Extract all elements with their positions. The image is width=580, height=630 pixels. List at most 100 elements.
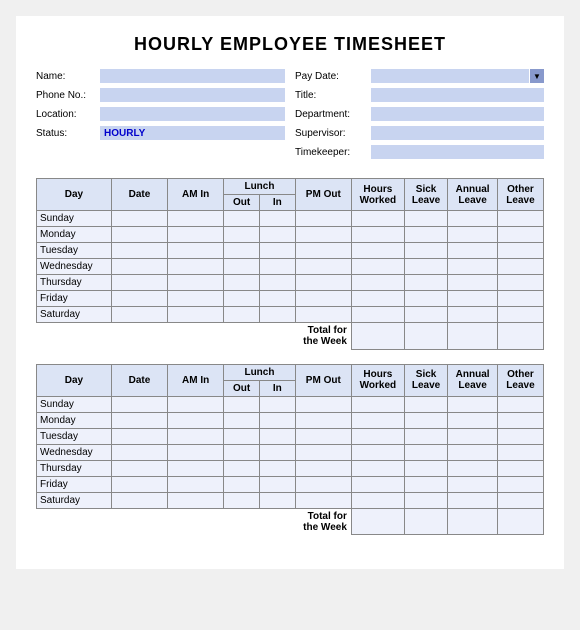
data-cell[interactable] bbox=[351, 492, 404, 508]
data-cell[interactable] bbox=[404, 259, 447, 275]
data-cell[interactable] bbox=[448, 444, 498, 460]
data-cell[interactable] bbox=[497, 444, 543, 460]
data-cell[interactable] bbox=[448, 291, 498, 307]
data-cell[interactable] bbox=[168, 275, 224, 291]
data-cell[interactable] bbox=[295, 307, 351, 323]
total-data-cell[interactable] bbox=[351, 323, 404, 350]
day-cell[interactable]: Wednesday bbox=[37, 444, 112, 460]
data-cell[interactable] bbox=[351, 460, 404, 476]
data-cell[interactable] bbox=[295, 275, 351, 291]
data-cell[interactable] bbox=[224, 444, 260, 460]
day-cell[interactable]: Thursday bbox=[37, 460, 112, 476]
data-cell[interactable] bbox=[497, 412, 543, 428]
data-cell[interactable] bbox=[168, 227, 224, 243]
data-cell[interactable] bbox=[295, 211, 351, 227]
data-cell[interactable] bbox=[111, 259, 167, 275]
data-cell[interactable] bbox=[448, 259, 498, 275]
data-cell[interactable] bbox=[497, 243, 543, 259]
data-cell[interactable] bbox=[168, 307, 224, 323]
data-cell[interactable] bbox=[111, 492, 167, 508]
data-cell[interactable] bbox=[111, 412, 167, 428]
timekeeper-input[interactable] bbox=[371, 145, 544, 159]
data-cell[interactable] bbox=[259, 428, 295, 444]
total-data-cell[interactable] bbox=[404, 323, 447, 350]
data-cell[interactable] bbox=[111, 211, 167, 227]
data-cell[interactable] bbox=[259, 259, 295, 275]
data-cell[interactable] bbox=[497, 396, 543, 412]
data-cell[interactable] bbox=[448, 396, 498, 412]
day-cell[interactable]: Sunday bbox=[37, 396, 112, 412]
phone-input[interactable] bbox=[100, 88, 285, 102]
day-cell[interactable]: Monday bbox=[37, 412, 112, 428]
data-cell[interactable] bbox=[224, 396, 260, 412]
total-data-cell[interactable] bbox=[351, 508, 404, 535]
data-cell[interactable] bbox=[448, 428, 498, 444]
data-cell[interactable] bbox=[111, 428, 167, 444]
data-cell[interactable] bbox=[351, 275, 404, 291]
data-cell[interactable] bbox=[224, 412, 260, 428]
data-cell[interactable] bbox=[168, 460, 224, 476]
data-cell[interactable] bbox=[224, 476, 260, 492]
data-cell[interactable] bbox=[259, 307, 295, 323]
data-cell[interactable] bbox=[111, 275, 167, 291]
data-cell[interactable] bbox=[448, 211, 498, 227]
day-cell[interactable]: Friday bbox=[37, 291, 112, 307]
day-cell[interactable]: Sunday bbox=[37, 211, 112, 227]
data-cell[interactable] bbox=[111, 243, 167, 259]
data-cell[interactable] bbox=[497, 259, 543, 275]
data-cell[interactable] bbox=[448, 275, 498, 291]
data-cell[interactable] bbox=[497, 291, 543, 307]
data-cell[interactable] bbox=[448, 243, 498, 259]
data-cell[interactable] bbox=[497, 460, 543, 476]
data-cell[interactable] bbox=[259, 460, 295, 476]
total-data-cell[interactable] bbox=[497, 508, 543, 535]
data-cell[interactable] bbox=[295, 444, 351, 460]
day-cell[interactable]: Friday bbox=[37, 476, 112, 492]
data-cell[interactable] bbox=[224, 275, 260, 291]
day-cell[interactable]: Tuesday bbox=[37, 243, 112, 259]
data-cell[interactable] bbox=[259, 227, 295, 243]
data-cell[interactable] bbox=[224, 259, 260, 275]
data-cell[interactable] bbox=[497, 227, 543, 243]
data-cell[interactable] bbox=[404, 275, 447, 291]
data-cell[interactable] bbox=[295, 291, 351, 307]
data-cell[interactable] bbox=[168, 492, 224, 508]
data-cell[interactable] bbox=[351, 227, 404, 243]
day-cell[interactable]: Monday bbox=[37, 227, 112, 243]
data-cell[interactable] bbox=[351, 291, 404, 307]
data-cell[interactable] bbox=[168, 243, 224, 259]
data-cell[interactable] bbox=[168, 396, 224, 412]
total-data-cell[interactable] bbox=[497, 323, 543, 350]
data-cell[interactable] bbox=[111, 396, 167, 412]
data-cell[interactable] bbox=[295, 243, 351, 259]
total-data-cell[interactable] bbox=[404, 508, 447, 535]
data-cell[interactable] bbox=[497, 275, 543, 291]
department-input[interactable] bbox=[371, 107, 544, 121]
day-cell[interactable]: Saturday bbox=[37, 492, 112, 508]
data-cell[interactable] bbox=[111, 444, 167, 460]
data-cell[interactable] bbox=[351, 243, 404, 259]
data-cell[interactable] bbox=[295, 492, 351, 508]
data-cell[interactable] bbox=[448, 307, 498, 323]
data-cell[interactable] bbox=[259, 275, 295, 291]
total-data-cell[interactable] bbox=[448, 323, 498, 350]
status-value[interactable]: HOURLY bbox=[100, 126, 285, 140]
data-cell[interactable] bbox=[168, 476, 224, 492]
data-cell[interactable] bbox=[404, 444, 447, 460]
data-cell[interactable] bbox=[404, 460, 447, 476]
data-cell[interactable] bbox=[168, 428, 224, 444]
data-cell[interactable] bbox=[497, 211, 543, 227]
pay-date-input[interactable] bbox=[371, 69, 529, 83]
data-cell[interactable] bbox=[224, 211, 260, 227]
data-cell[interactable] bbox=[295, 396, 351, 412]
data-cell[interactable] bbox=[224, 460, 260, 476]
data-cell[interactable] bbox=[295, 476, 351, 492]
data-cell[interactable] bbox=[351, 428, 404, 444]
data-cell[interactable] bbox=[404, 307, 447, 323]
data-cell[interactable] bbox=[497, 492, 543, 508]
data-cell[interactable] bbox=[259, 492, 295, 508]
data-cell[interactable] bbox=[259, 412, 295, 428]
data-cell[interactable] bbox=[168, 412, 224, 428]
data-cell[interactable] bbox=[168, 444, 224, 460]
data-cell[interactable] bbox=[295, 412, 351, 428]
